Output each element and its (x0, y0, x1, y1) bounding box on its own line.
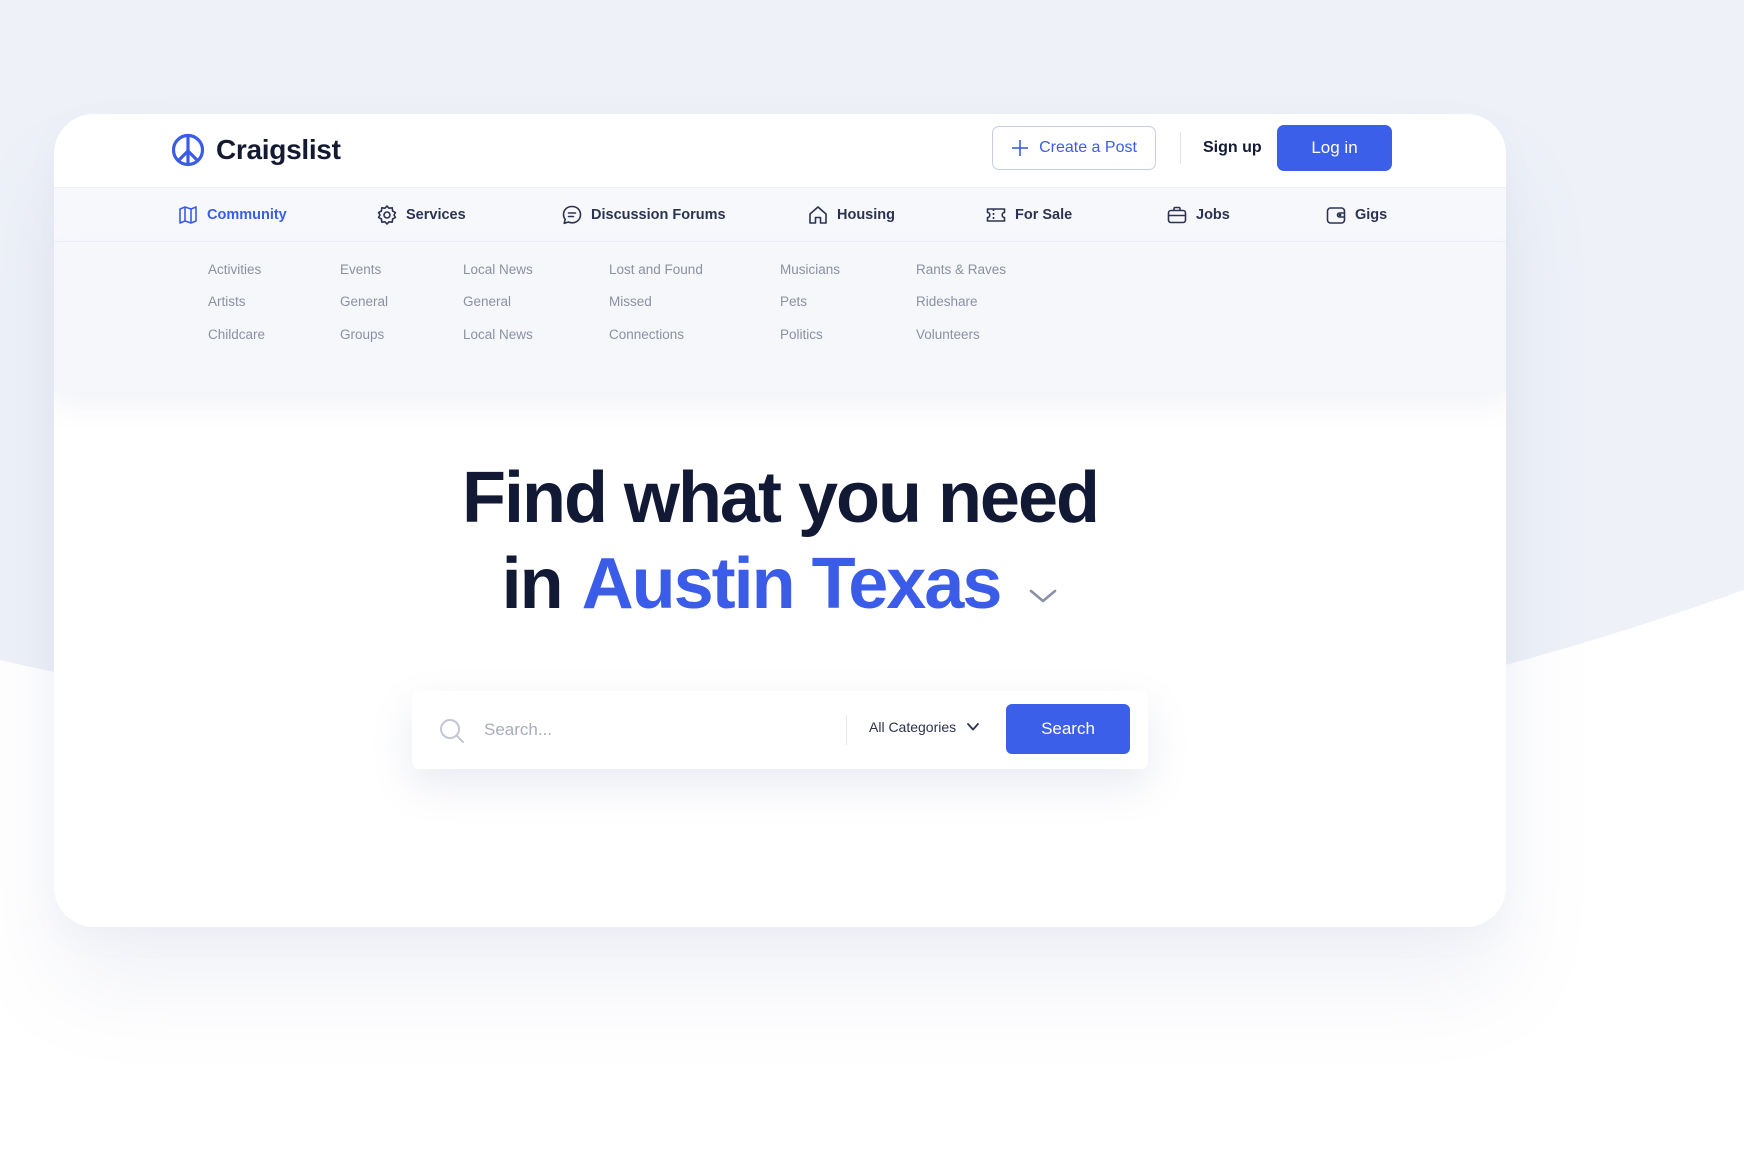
dropdown-link[interactable]: Musicians (780, 261, 840, 279)
plus-icon (1012, 140, 1029, 156)
nav-item-services[interactable]: Services (376, 188, 466, 241)
dropdown-link[interactable]: Events (340, 261, 381, 279)
nav-label-services: Services (406, 206, 466, 223)
app-window: Craigslist Create a Post Sign up Log in … (54, 114, 1506, 927)
search-input[interactable] (484, 711, 824, 749)
nav-label-jobs: Jobs (1196, 206, 1230, 223)
signup-link[interactable]: Sign up (1203, 137, 1262, 159)
create-post-label: Create a Post (1039, 139, 1137, 156)
category-nav: Community Services Discussion Forums Hou… (54, 187, 1506, 242)
search-button[interactable]: Search (1006, 704, 1130, 754)
nav-label-housing: Housing (837, 206, 895, 223)
dropdown-link[interactable]: Childcare (208, 326, 265, 344)
chevron-down-icon[interactable] (1028, 586, 1058, 606)
hero-prefix: in (501, 544, 564, 624)
nav-item-community[interactable]: Community (177, 188, 287, 241)
nav-label-community: Community (207, 206, 287, 223)
nav-item-jobs[interactable]: Jobs (1166, 188, 1230, 241)
city-selector[interactable]: Austin Texas (582, 542, 1003, 626)
nav-item-housing[interactable]: Housing (807, 188, 895, 241)
chevron-down-icon (967, 723, 980, 731)
gear-icon (377, 204, 397, 225)
ticket-icon (986, 207, 1006, 222)
dropdown-link[interactable]: Local News (463, 261, 533, 279)
search-bar: All Categories Search (412, 691, 1148, 769)
category-select-label: All Categories (869, 719, 957, 735)
search-icon (440, 719, 464, 743)
dropdown-link[interactable]: Politics (780, 326, 823, 344)
home-icon (809, 205, 827, 224)
search-button-label: Search (1041, 719, 1095, 738)
dropdown-link[interactable]: General (340, 293, 388, 311)
brand-name: Craigslist (216, 134, 341, 165)
dropdown-link[interactable]: Volunteers (916, 326, 980, 344)
login-button[interactable]: Log in (1277, 125, 1392, 171)
header-divider (1180, 132, 1181, 164)
hero-heading: Find what you need (461, 458, 1100, 538)
top-header: Craigslist Create a Post Sign up Log in (54, 114, 1506, 187)
nav-label-gigs: Gigs (1355, 206, 1388, 223)
dropdown-link[interactable]: Missed (609, 293, 652, 311)
nav-item-gigs[interactable]: Gigs (1325, 188, 1387, 241)
map-icon (179, 205, 197, 224)
dropdown-link[interactable]: Local News (463, 326, 533, 344)
hero-location: in Austin Texas (54, 542, 1506, 626)
peace-icon (171, 133, 205, 167)
dropdown-link[interactable]: Rideshare (916, 293, 978, 311)
search-divider (846, 715, 847, 745)
community-dropdown: Activities Artists Childcare Events Gene… (54, 242, 1506, 392)
chat-icon (562, 205, 582, 224)
dropdown-link[interactable]: General (463, 293, 511, 311)
nav-label-for-sale: For Sale (1015, 206, 1073, 223)
create-post-button[interactable]: Create a Post (992, 126, 1156, 170)
nav-item-for-sale[interactable]: For Sale (985, 188, 1072, 241)
dropdown-link[interactable]: Groups (340, 326, 384, 344)
dropdown-link[interactable]: Connections (609, 326, 684, 344)
briefcase-icon (1167, 206, 1187, 223)
dropdown-link[interactable]: Rants & Raves (916, 261, 1006, 279)
wallet-icon (1326, 206, 1346, 224)
login-label: Log in (1311, 138, 1358, 157)
category-select[interactable]: All Categories (869, 719, 980, 735)
dropdown-link[interactable]: Lost and Found (609, 261, 703, 279)
dropdown-link[interactable]: Activities (208, 261, 261, 279)
logo[interactable]: Craigslist (171, 133, 341, 167)
nav-label-discussion-forums: Discussion Forums (591, 206, 726, 223)
nav-item-discussion-forums[interactable]: Discussion Forums (561, 188, 726, 241)
dropdown-link[interactable]: Pets (780, 293, 807, 311)
dropdown-link[interactable]: Artists (208, 293, 246, 311)
